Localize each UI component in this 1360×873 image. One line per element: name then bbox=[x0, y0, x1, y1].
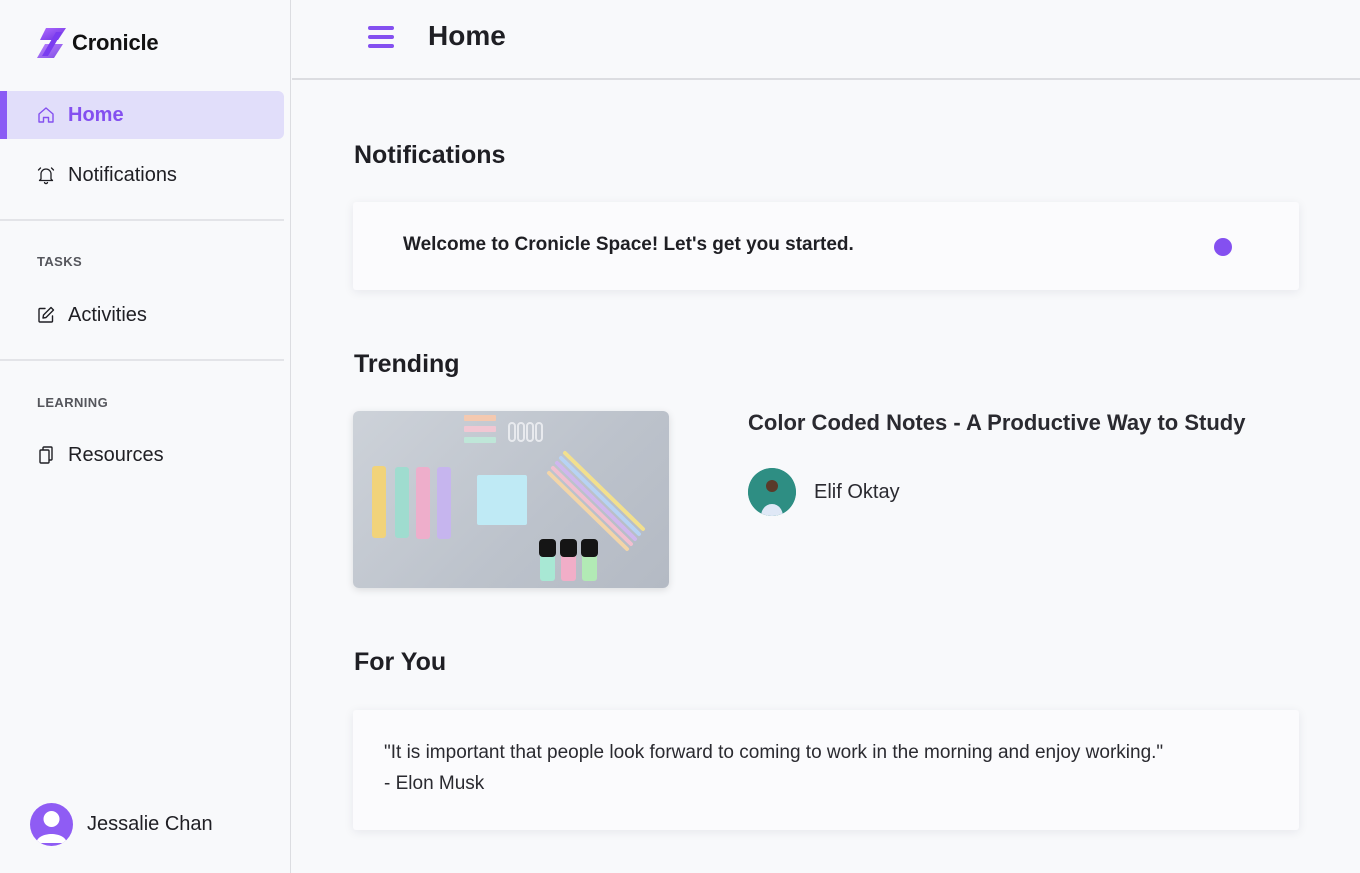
sidebar-item-resources[interactable]: Resources bbox=[0, 431, 284, 479]
section-label-tasks: TASKS bbox=[37, 254, 83, 269]
page-title: Home bbox=[428, 20, 506, 51]
hamburger-menu-icon[interactable] bbox=[368, 26, 394, 48]
quote-card: "It is important that people look forwar… bbox=[353, 710, 1299, 830]
top-header: Home bbox=[292, 0, 1360, 80]
quote-text: "It is important that people look forwar… bbox=[384, 742, 1164, 763]
home-icon bbox=[36, 105, 56, 125]
sidebar-divider bbox=[0, 359, 284, 361]
cronicle-logo-icon bbox=[37, 28, 66, 58]
user-profile[interactable]: Jessalie Chan bbox=[30, 803, 213, 846]
bell-icon bbox=[36, 165, 56, 185]
notification-card[interactable]: Welcome to Cronicle Space! Let's get you… bbox=[353, 202, 1299, 290]
article-thumbnail[interactable] bbox=[353, 411, 669, 588]
article-title[interactable]: Color Coded Notes - A Productive Way to … bbox=[748, 410, 1245, 436]
sidebar-item-home[interactable]: Home bbox=[0, 91, 284, 139]
unread-dot-icon bbox=[1214, 238, 1232, 256]
app-root: Cronicle Home Notifications TASKS Activi… bbox=[0, 0, 1360, 873]
avatar bbox=[748, 468, 796, 516]
section-label-learning: LEARNING bbox=[37, 395, 109, 410]
brand[interactable]: Cronicle bbox=[36, 26, 159, 60]
avatar bbox=[30, 803, 73, 846]
sidebar-divider bbox=[0, 219, 284, 221]
user-name: Jessalie Chan bbox=[87, 813, 213, 835]
sidebar-item-notifications[interactable]: Notifications bbox=[0, 151, 284, 199]
user-icon bbox=[36, 811, 67, 843]
trending-heading: Trending bbox=[354, 350, 460, 378]
sidebar: Cronicle Home Notifications TASKS Activi… bbox=[0, 0, 291, 873]
sidebar-item-label: Home bbox=[68, 103, 124, 126]
article-author[interactable]: Elif Oktay bbox=[748, 468, 900, 516]
notification-text: Welcome to Cronicle Space! Let's get you… bbox=[403, 234, 854, 255]
author-name: Elif Oktay bbox=[814, 480, 900, 503]
notifications-heading: Notifications bbox=[354, 141, 506, 169]
sidebar-item-label: Activities bbox=[68, 303, 147, 326]
author-photo-icon bbox=[748, 468, 796, 516]
sidebar-item-label: Resources bbox=[68, 443, 164, 466]
brand-name: Cronicle bbox=[72, 30, 159, 55]
highlighters-image bbox=[372, 415, 645, 581]
sidebar-item-label: Notifications bbox=[68, 163, 177, 186]
quote-attribution: - Elon Musk bbox=[384, 773, 485, 794]
sidebar-item-activities[interactable]: Activities bbox=[0, 291, 284, 339]
edit-icon bbox=[36, 305, 56, 325]
copy-icon bbox=[36, 445, 56, 465]
for-you-heading: For You bbox=[354, 648, 447, 676]
